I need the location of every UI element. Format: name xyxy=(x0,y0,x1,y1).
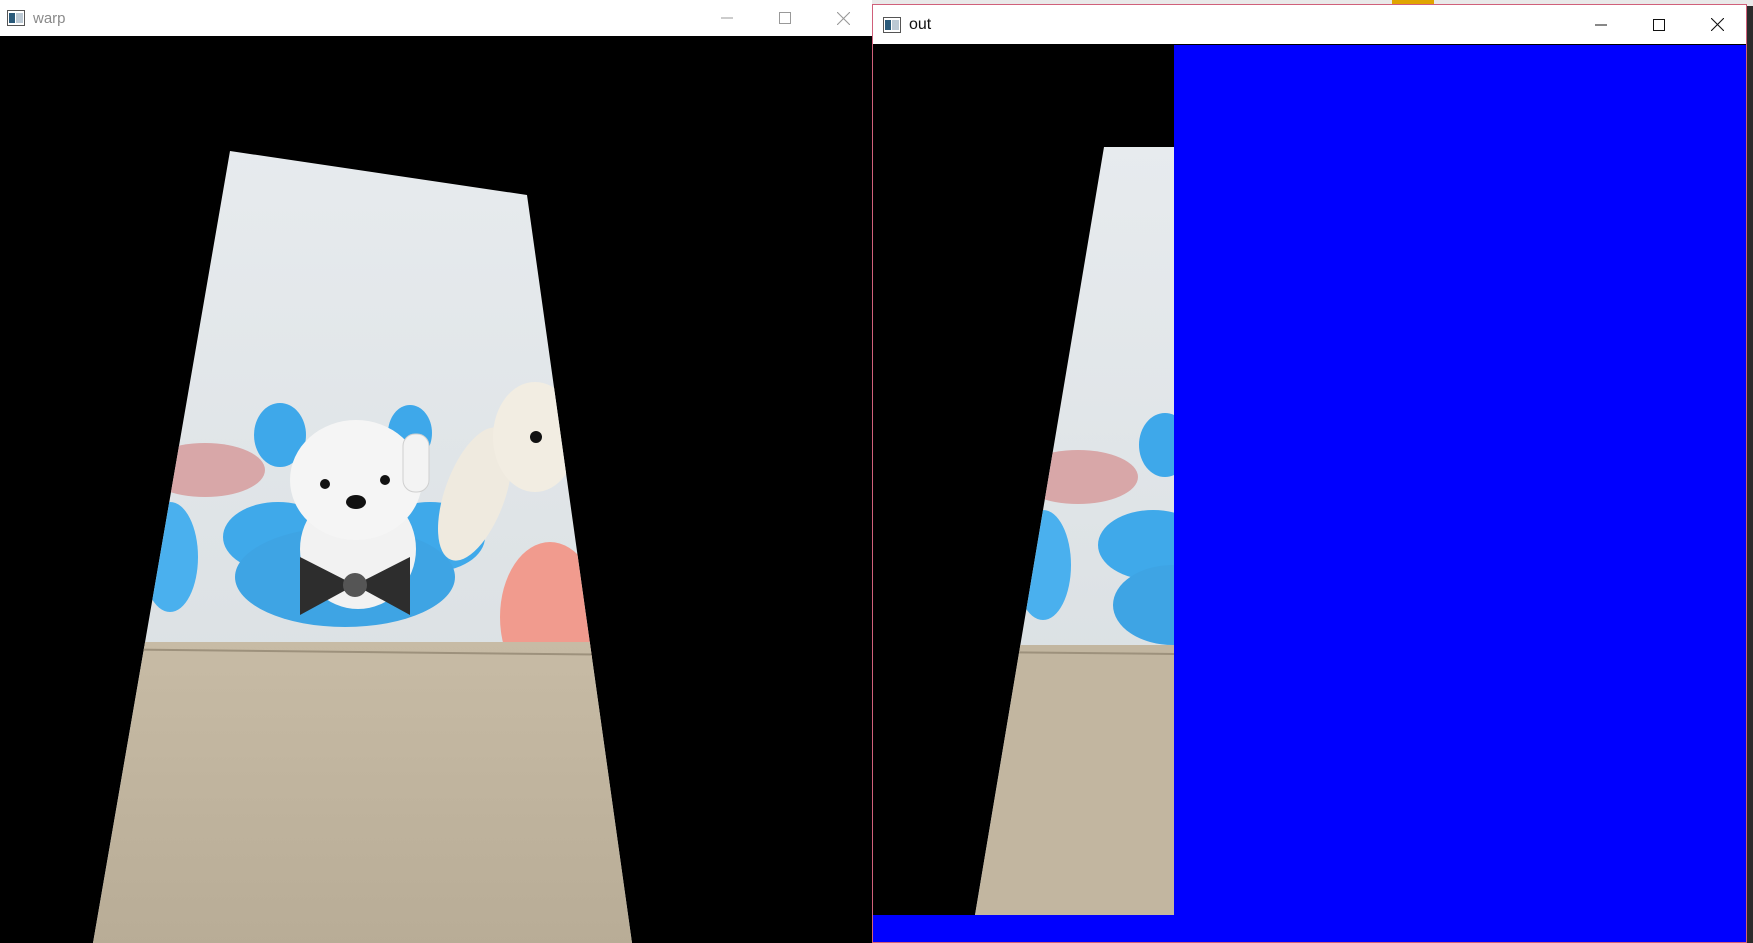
out-window: out xyxy=(872,4,1747,943)
minimize-button[interactable] xyxy=(698,0,756,36)
app-window-icon xyxy=(7,10,25,26)
close-button[interactable] xyxy=(1688,5,1746,44)
minimize-icon xyxy=(721,17,733,19)
close-icon xyxy=(1710,18,1724,31)
app-window-icon xyxy=(883,16,901,33)
out-window-title: out xyxy=(909,15,932,33)
out-titlebar[interactable]: out xyxy=(873,5,1746,44)
maximize-button[interactable] xyxy=(1630,5,1688,44)
close-button[interactable] xyxy=(814,0,872,36)
warp-window: warp xyxy=(0,0,872,943)
maximize-button[interactable] xyxy=(756,0,814,36)
close-icon xyxy=(836,11,850,25)
minimize-icon xyxy=(1595,24,1607,25)
out-image-canvas xyxy=(873,45,1746,942)
warp-image-canvas xyxy=(0,37,872,943)
minimize-button[interactable] xyxy=(1572,5,1630,44)
warp-window-title: warp xyxy=(33,9,66,27)
warped-photo xyxy=(93,151,632,943)
maximize-icon xyxy=(779,12,791,24)
stitched-output xyxy=(873,45,1174,915)
maximize-icon xyxy=(1653,18,1665,31)
warp-titlebar[interactable]: warp xyxy=(0,0,872,36)
